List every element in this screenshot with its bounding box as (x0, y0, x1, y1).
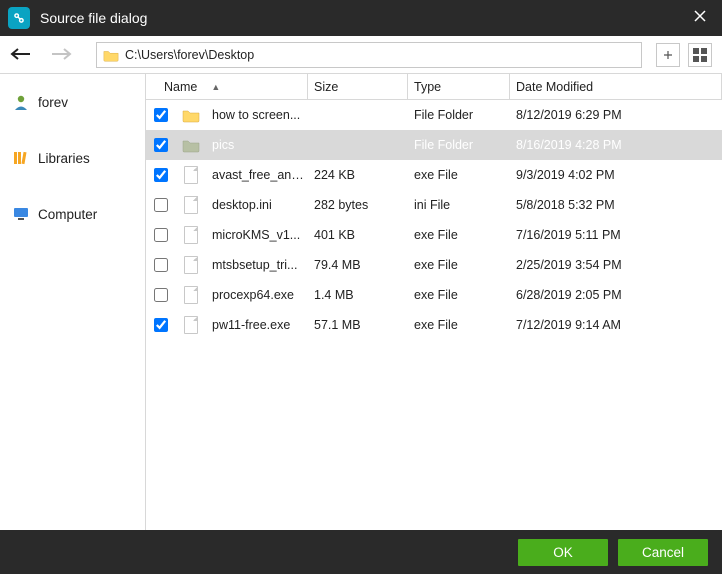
file-row[interactable]: avast_free_ant...224 KBexe File9/3/2019 … (146, 160, 722, 190)
dialog-title: Source file dialog (40, 10, 686, 26)
cell-date: 7/16/2019 5:11 PM (510, 228, 722, 242)
file-row[interactable]: procexp64.exe1.4 MBexe File6/28/2019 2:0… (146, 280, 722, 310)
cell-size: 401 KB (308, 228, 408, 242)
row-checkbox[interactable] (154, 318, 168, 332)
libraries-icon (12, 149, 30, 167)
cell-type: exe File (408, 168, 510, 182)
cell-date: 8/12/2019 6:29 PM (510, 108, 722, 122)
cell-name: avast_free_ant... (206, 168, 308, 182)
user-icon (12, 93, 30, 111)
file-row[interactable]: microKMS_v1...401 KBexe File7/16/2019 5:… (146, 220, 722, 250)
cell-name: how to screen... (206, 108, 308, 122)
back-button[interactable] (10, 46, 32, 64)
path-text: C:\Users\forev\Desktop (125, 48, 254, 62)
column-header-row: Name▲ Size Type Date Modified (146, 74, 722, 100)
file-icon (176, 316, 206, 334)
computer-icon (12, 205, 30, 223)
cancel-button[interactable]: Cancel (618, 539, 708, 566)
cell-date: 7/12/2019 9:14 AM (510, 318, 722, 332)
sort-indicator-icon: ▲ (211, 82, 220, 92)
cell-size: 1.4 MB (308, 288, 408, 302)
footer: OK Cancel (0, 530, 722, 574)
sidebar-item-user[interactable]: forev (0, 74, 145, 130)
file-row[interactable]: how to screen... File Folder8/12/2019 6:2… (146, 100, 722, 130)
cell-date: 9/3/2019 4:02 PM (510, 168, 722, 182)
row-checkbox[interactable] (154, 108, 168, 122)
column-header-type[interactable]: Type (408, 74, 510, 99)
sidebar: forev Libraries Computer (0, 74, 146, 530)
file-icon (176, 286, 206, 304)
folder-icon (176, 107, 206, 123)
column-header-date[interactable]: Date Modified (510, 74, 722, 99)
ok-button[interactable]: OK (518, 539, 608, 566)
nav-buttons (10, 46, 88, 64)
cell-date: 6/28/2019 2:05 PM (510, 288, 722, 302)
grid-icon (693, 48, 707, 62)
file-row[interactable]: mtsbsetup_tri...79.4 MBexe File2/25/2019… (146, 250, 722, 280)
file-row[interactable]: pw11-free.exe57.1 MBexe File7/12/2019 9:… (146, 310, 722, 340)
row-checkbox[interactable] (154, 198, 168, 212)
dialog-body: forev Libraries Computer Name▲ Size Type… (0, 74, 722, 530)
cell-size: 79.4 MB (308, 258, 408, 272)
cell-name: microKMS_v1... (206, 228, 308, 242)
cell-name: pw11-free.exe (206, 318, 308, 332)
cell-type: File Folder (408, 108, 510, 122)
file-icon (176, 166, 206, 184)
sidebar-item-label: Computer (38, 207, 97, 222)
titlebar: Source file dialog (0, 0, 722, 36)
file-icon (176, 196, 206, 214)
sidebar-item-computer[interactable]: Computer (0, 186, 145, 242)
cell-name: mtsbsetup_tri... (206, 258, 308, 272)
cell-type: exe File (408, 318, 510, 332)
cell-date: 8/16/2019 4:28 PM (510, 138, 722, 152)
cell-date: 2/25/2019 3:54 PM (510, 258, 722, 272)
row-checkbox[interactable] (154, 138, 168, 152)
app-icon (8, 7, 30, 29)
cell-size: 57.1 MB (308, 318, 408, 332)
cell-name: desktop.ini (206, 198, 308, 212)
file-icon (176, 256, 206, 274)
column-header-check (146, 74, 158, 99)
close-button[interactable] (686, 9, 714, 28)
cell-type: ini File (408, 198, 510, 212)
file-rows: how to screen...File Folder8/12/2019 6:2… (146, 100, 722, 530)
cell-type: exe File (408, 258, 510, 272)
column-header-size[interactable]: Size (308, 74, 408, 99)
toolbar: C:\Users\forev\Desktop (0, 36, 722, 74)
file-list: Name▲ Size Type Date Modified how to scr… (146, 74, 722, 530)
cell-type: File Folder (408, 138, 510, 152)
cell-name: procexp64.exe (206, 288, 308, 302)
path-input[interactable]: C:\Users\forev\Desktop (96, 42, 642, 68)
file-row[interactable]: pics File Folder8/16/2019 4:28 PM (146, 130, 722, 160)
column-header-name[interactable]: Name▲ (158, 74, 308, 99)
row-checkbox[interactable] (154, 168, 168, 182)
file-icon (176, 226, 206, 244)
sidebar-item-label: forev (38, 95, 68, 110)
forward-button[interactable] (50, 46, 72, 64)
cell-type: exe File (408, 288, 510, 302)
folder-icon (176, 137, 206, 153)
cell-size: 224 KB (308, 168, 408, 182)
cell-size: 282 bytes (308, 198, 408, 212)
folder-icon (103, 48, 119, 62)
cell-name: pics (206, 138, 308, 152)
row-checkbox[interactable] (154, 288, 168, 302)
view-mode-button[interactable] (688, 43, 712, 67)
file-row[interactable]: desktop.ini282 bytesini File5/8/2018 5:3… (146, 190, 722, 220)
sidebar-item-libraries[interactable]: Libraries (0, 130, 145, 186)
cell-date: 5/8/2018 5:32 PM (510, 198, 722, 212)
new-folder-button[interactable] (656, 43, 680, 67)
row-checkbox[interactable] (154, 258, 168, 272)
row-checkbox[interactable] (154, 228, 168, 242)
cell-type: exe File (408, 228, 510, 242)
sidebar-item-label: Libraries (38, 151, 90, 166)
